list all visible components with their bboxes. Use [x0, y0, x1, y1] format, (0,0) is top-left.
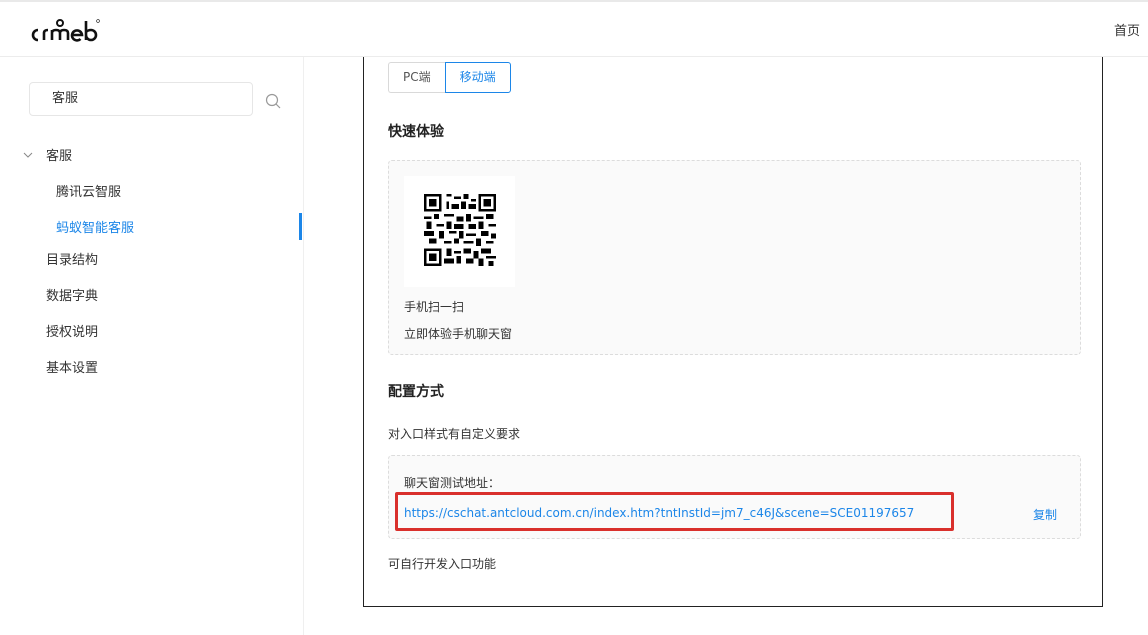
- sidebar: 客服 客服 腾讯云智服 蚂蚁智能客服 目录结构 数据字典 授权说明 基本设置: [0, 57, 304, 635]
- qr-code-icon: [424, 194, 496, 266]
- qr-caption-experience: 立即体验手机聊天窗: [404, 327, 513, 341]
- sidebar-group-customer-service[interactable]: 客服: [22, 145, 72, 164]
- content-panel: PC端 移动端 快速体验 手机扫一扫 立即体验手机聊天窗 配置方式 对入口样式有…: [363, 57, 1103, 607]
- tab-pc[interactable]: PC端: [388, 62, 445, 93]
- test-url-label: 聊天窗测试地址：: [404, 476, 501, 490]
- search-icon[interactable]: [264, 92, 282, 110]
- test-url-box: 聊天窗测试地址： https://cschat.antcloud.com.cn/…: [388, 455, 1081, 539]
- header-top-border: [0, 0, 1148, 2]
- home-link[interactable]: 首页: [1114, 20, 1140, 39]
- custom-entry-text: 对入口样式有自定义要求: [388, 427, 521, 441]
- active-indicator: [299, 213, 302, 240]
- qr-caption-scan: 手机扫一扫: [404, 300, 465, 314]
- sidebar-item-ant[interactable]: 蚂蚁智能客服: [56, 217, 134, 236]
- develop-entry-text: 可自行开发入口功能: [388, 557, 497, 571]
- search-input[interactable]: 客服: [29, 82, 253, 116]
- platform-tabs: PC端 移动端: [388, 62, 511, 93]
- qr-code-card: [404, 176, 515, 287]
- sidebar-item-tencent[interactable]: 腾讯云智服: [56, 181, 121, 200]
- sidebar-item-directory[interactable]: 目录结构: [46, 249, 98, 268]
- top-header: 首页: [0, 0, 1148, 57]
- sidebar-item-settings[interactable]: 基本设置: [46, 357, 98, 376]
- quick-experience-box: 手机扫一扫 立即体验手机聊天窗: [388, 160, 1081, 355]
- sidebar-item-license[interactable]: 授权说明: [46, 321, 98, 340]
- sidebar-item-dictionary[interactable]: 数据字典: [46, 285, 98, 304]
- test-url-link[interactable]: https://cschat.antcloud.com.cn/index.htm…: [404, 506, 914, 520]
- config-title: 配置方式: [388, 384, 444, 400]
- crmeb-logo[interactable]: [30, 18, 102, 44]
- tab-mobile[interactable]: 移动端: [444, 62, 511, 93]
- quick-experience-title: 快速体验: [388, 124, 444, 140]
- chevron-down-icon: [23, 152, 33, 158]
- sidebar-group-label: 客服: [46, 149, 73, 164]
- copy-button[interactable]: 复制: [1033, 506, 1057, 523]
